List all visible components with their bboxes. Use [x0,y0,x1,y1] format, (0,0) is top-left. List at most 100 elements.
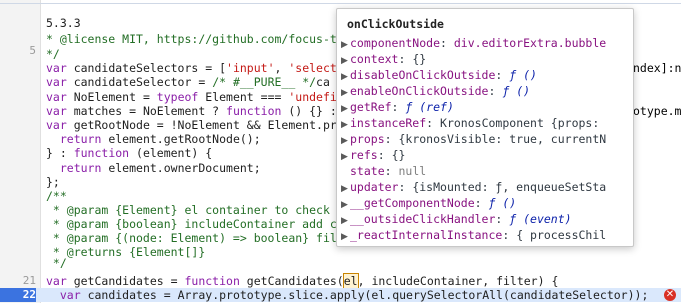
code-token: 'input' [226,61,275,75]
expand-triangle-icon[interactable]: ▶ [341,117,350,131]
code-token: candidates = Array.prototype.slice.apply… [80,288,649,302]
property-separator: : [488,84,503,98]
property-name: disableOnClickOutside [350,68,496,82]
property-separator: : [426,116,441,130]
property-name: instanceRef [350,116,427,130]
property-separator: : [398,180,413,194]
code-token: candidateSelector = [66,75,213,89]
code-token: () {} : [281,104,337,118]
code-token: 'select [288,61,337,75]
line-number[interactable]: 21 [0,274,36,288]
code-token: , [274,61,289,75]
expand-triangle-icon[interactable]: ▶ [341,69,350,83]
code-token: getCandidates = [66,274,185,288]
expand-triangle-icon[interactable]: ▶ [341,37,350,51]
code-token: return [59,132,102,146]
property-name: state [350,164,385,178]
property-row-componentnode[interactable]: ▶ componentNode: div.editorExtra.bubble [341,35,617,51]
property-name: getRef [350,100,392,114]
current-execution-line[interactable]: 22 var candidates = Array.prototype.slic… [0,288,681,302]
code-line[interactable]: 21 var getCandidates = function getCandid… [0,273,681,289]
code-text: var matches = NoElement ? function () {}… [46,104,337,118]
property-value: {} [412,52,427,66]
code-token: } : [46,146,74,160]
expand-triangle-icon[interactable]: ▶ [341,181,350,195]
property-row-props[interactable]: ▶ props: {kronosVisible: true, currentN [341,131,617,147]
property-row-instanceref[interactable]: ▶ instanceRef: KronosComponent {props: [341,115,617,131]
code-token: /* #__PURE__ */ [212,75,317,89]
code-token: , includeContainer, filter) { [357,274,559,288]
code-token: var [46,90,67,104]
code-token: candidateSelectors = [ [66,61,227,75]
property-row-context[interactable]: ▶ context: {} [341,51,617,67]
code-token: var [46,61,67,75]
property-name: __getComponentNode [350,196,475,210]
property-separator: : [384,164,399,178]
code-token: getCandidates( [239,274,344,288]
expand-triangle-icon[interactable]: ▶ [341,213,350,227]
code-text: * @license MIT, https://github.com/focus… [46,32,337,46]
property-name: refs [350,148,378,162]
property-row-disableonclickoutside[interactable]: ▶ disableOnClickOutside: ƒ () [341,67,617,83]
code-text: /** [46,189,67,203]
property-row-reactinternalinstance[interactable]: ▶ _reactInternalInstance: { processChil [341,227,617,243]
code-text: */ [46,256,67,270]
expand-triangle-icon[interactable]: ▶ [341,197,350,211]
property-value: ƒ () [509,68,537,82]
expand-triangle-icon[interactable]: ▶ [341,133,350,147]
property-separator: : [384,132,399,146]
code-token: /** [46,189,67,203]
property-row-getcomponentnode[interactable]: ▶ __getComponentNode: ƒ () [341,195,617,211]
code-text: var candidateSelectors = ['input', 'sele… [46,61,337,75]
code-text: */ [46,47,60,61]
code-token: var [46,75,67,89]
property-value: ƒ () [502,84,531,98]
property-name: componentNode [350,36,441,50]
code-token: */ [46,256,67,270]
property-row-getref[interactable]: ▶ getRef: ƒ (ref) [341,99,617,115]
expand-triangle-icon[interactable]: ▶ [341,85,350,99]
expand-triangle-icon[interactable]: ▶ [341,229,350,243]
code-token: * @param {boolean} includeContainer add … [46,217,337,231]
property-separator: : [377,148,392,162]
property-name: __outsideClickHandler [350,212,496,226]
property-row-outsideclickhandler[interactable]: ▶ __outsideClickHandler: ƒ (event) [341,211,617,227]
line-number[interactable]: 5 [0,44,36,58]
property-value: ƒ () [488,196,517,210]
property-row-enableonclickoutside[interactable]: ▶ enableOnClickOutside: ƒ () [341,83,617,99]
code-token: function [226,104,282,118]
gutter-line: 5 [0,44,40,58]
property-value: {} [391,148,406,162]
code-text: }; [46,175,60,189]
property-value: ƒ (ref) [405,100,454,114]
expand-triangle-icon[interactable]: ▶ [341,53,350,67]
code-token: * @param {(node: Element) => boolean} fi… [46,231,337,245]
property-separator: : [495,68,510,82]
line-number[interactable]: 22 [0,288,36,302]
hovered-token[interactable]: el [342,273,359,289]
property-value: {isMounted: ƒ, enqueueSetSta [412,180,607,194]
code-text: } : function (element) { [46,146,212,160]
property-value: div.editorExtra.bubble [453,36,607,50]
property-name: enableOnClickOutside [350,84,489,98]
code-text: var candidateSelector = /* #__PURE__ */c… [46,75,330,89]
code-token: matches = NoElement ? [66,104,227,118]
expand-triangle-icon[interactable]: ▶ [341,149,350,163]
expand-triangle-icon[interactable]: ▶ [341,101,350,115]
code-token: var [46,274,67,288]
property-row-state[interactable]: state: null [341,163,617,179]
property-value: { processChil [516,228,607,242]
variable-preview-popover[interactable]: onClickOutside ▶ componentNode: div.edito… [336,8,634,247]
code-overflow-fragment: otype.m [633,104,681,118]
code-token: (element) { [129,146,213,160]
code-token: */ [46,47,60,61]
popover-title: onClickOutside [347,17,444,31]
code-token: element.getRootNode(); [101,132,261,146]
property-name: props [350,132,385,146]
code-line[interactable]: */ [0,256,681,270]
property-row-refs[interactable]: ▶ refs: {} [341,147,617,163]
code-token: function [184,274,240,288]
error-circle-icon[interactable]: ✕ [664,289,676,301]
property-row-updater[interactable]: ▶ updater: {isMounted: ƒ, enqueueSetSta [341,179,617,195]
